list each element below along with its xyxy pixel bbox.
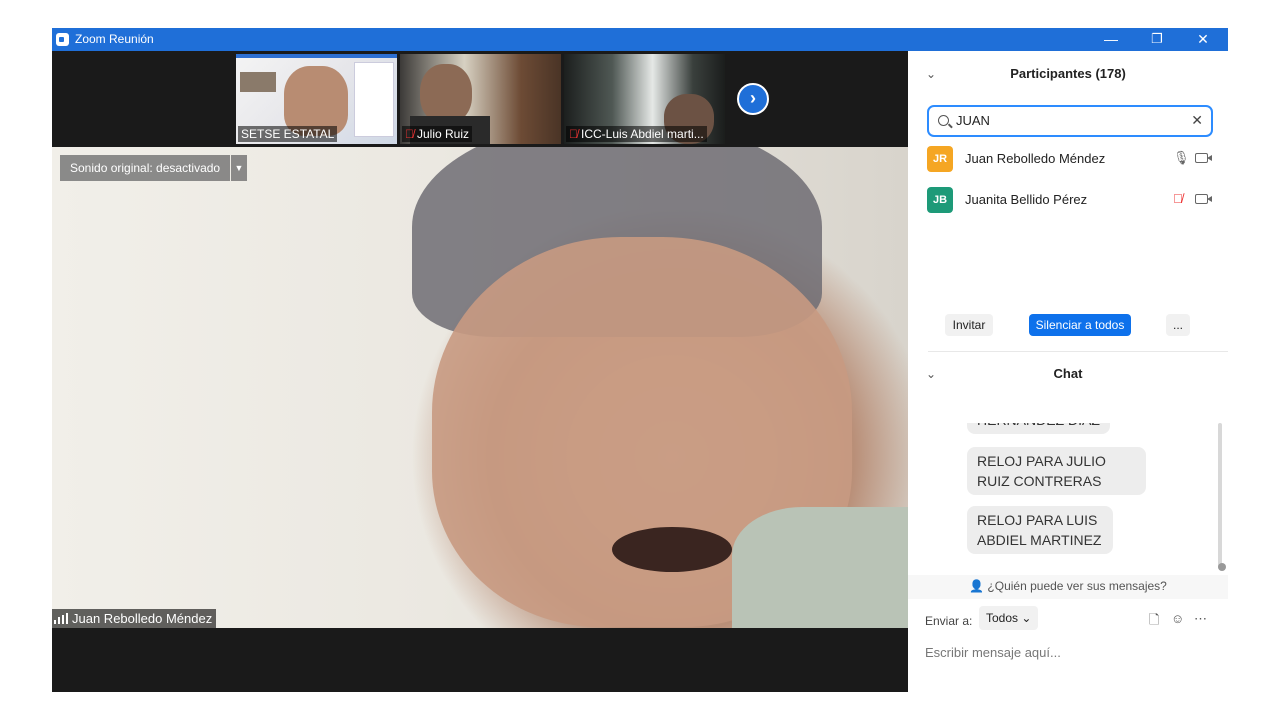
thumbnail-name: ICC-Luis Abdiel marti... — [581, 127, 704, 141]
participant-search[interactable]: JUAN ✕ — [927, 105, 1213, 137]
avatar: JR — [927, 146, 953, 172]
who-can-see-text: ¿Quién puede ver sus mensajes? — [987, 579, 1167, 593]
file-icon[interactable]: 🗋 — [1149, 611, 1159, 633]
restore-button[interactable]: ❐ — [1134, 28, 1180, 51]
chat-scroll-thumb[interactable] — [1218, 563, 1226, 571]
mic-muted-icon: 🎙̸ — [405, 127, 414, 141]
participant-row[interactable]: JB Juanita Bellido Pérez 🎙̸ — [927, 187, 1217, 213]
recipient-value: Todos — [986, 611, 1019, 625]
mic-muted-icon: 🎙̸ — [569, 127, 578, 141]
thumbnail-setse-estatal[interactable]: SETSE ESTATAL — [236, 54, 397, 144]
send-to-label: Enviar a: — [925, 614, 973, 628]
main-video: Sonido original: desactivado ▼ — [52, 147, 908, 628]
active-speaker-label: Juan Rebolledo Méndez — [52, 609, 217, 629]
message-input[interactable] — [925, 641, 1215, 663]
next-page-button[interactable]: › — [737, 83, 769, 115]
avatar: JB — [927, 187, 953, 213]
original-sound-dropdown[interactable]: ▼ — [231, 155, 247, 181]
zoom-window: Zoom Reunión — ❐ ✕ SETSE ESTATAL 🎙̸ Julio… — [52, 28, 1228, 692]
thumbnail-label: 🎙̸ Julio Ruiz — [402, 126, 473, 142]
camera-off-icon — [1195, 194, 1212, 204]
more-options-button[interactable]: ... — [1166, 314, 1190, 336]
chat-messages: HERNANDEZ DIAZ RELOJ PARA JULIO RUIZ CON… — [908, 423, 1228, 574]
speaker-video-mouth — [612, 527, 732, 572]
participant-name: Juanita Bellido Pérez — [965, 192, 1088, 207]
emoji-icon[interactable]: ☺ — [1171, 611, 1184, 626]
speaker-video-shirt — [732, 507, 908, 628]
who-can-see-link[interactable]: 👤 ¿Quién puede ver sus mensajes? — [908, 575, 1228, 599]
thumbnail-strip: SETSE ESTATAL 🎙̸ Julio Ruiz 🎙̸ ICC-Luis Ab… — [52, 51, 908, 147]
video-bottom-bar — [52, 628, 908, 692]
camera-off-icon — [1195, 153, 1212, 163]
clear-search-icon[interactable]: ✕ — [1191, 112, 1203, 129]
side-panel: ⌄ Participantes (178) JUAN ✕ JR Juan Reb… — [908, 51, 1228, 692]
mute-all-button[interactable]: Silenciar a todos — [1029, 314, 1131, 336]
more-icon[interactable]: ⋯ — [1194, 611, 1207, 627]
chat-message: RELOJ PARA LUIS ABDIEL MARTINEZ — [967, 506, 1113, 554]
participant-name: Juan Rebolledo Méndez — [965, 151, 1106, 166]
chat-message: RELOJ PARA JULIO RUIZ CONTRERAS — [967, 447, 1146, 495]
thumbnail-label: 🎙̸ ICC-Luis Abdiel marti... — [566, 126, 707, 142]
microphone-muted-icon: 🎙̸ — [1173, 191, 1183, 206]
zoom-logo-icon — [56, 33, 69, 46]
thumbnail-luis-abdiel[interactable]: 🎙̸ ICC-Luis Abdiel marti... — [564, 54, 725, 144]
chat-scrollbar[interactable] — [1218, 423, 1222, 569]
window-title: Zoom Reunión — [75, 32, 154, 46]
chat-title: Chat — [1053, 366, 1083, 381]
title-bar: Zoom Reunión — ❐ ✕ — [52, 28, 1228, 51]
search-icon — [938, 115, 949, 126]
close-button[interactable]: ✕ — [1180, 28, 1226, 51]
thumbnail-label: SETSE ESTATAL — [238, 126, 338, 142]
chevron-down-icon: ⌄ — [1021, 611, 1032, 625]
thumbnail-name: Julio Ruiz — [417, 127, 470, 141]
recipient-dropdown[interactable]: Todos ⌄ — [979, 606, 1039, 630]
thumbnail-julio-ruiz[interactable]: 🎙̸ Julio Ruiz — [400, 54, 561, 144]
chat-message: HERNANDEZ DIAZ — [967, 423, 1110, 434]
original-sound-button[interactable]: Sonido original: desactivado — [60, 155, 231, 181]
video-area: SETSE ESTATAL 🎙̸ Julio Ruiz 🎙̸ ICC-Luis Ab… — [52, 51, 908, 692]
invite-button[interactable]: Invitar — [945, 314, 993, 336]
participant-row[interactable]: JR Juan Rebolledo Méndez 🎙 — [927, 146, 1217, 172]
active-speaker-name: Juan Rebolledo Méndez — [72, 611, 213, 626]
search-input[interactable]: JUAN — [956, 113, 990, 128]
signal-bars-icon — [54, 613, 68, 624]
participants-title: Participantes (178) — [1010, 66, 1126, 81]
person-lock-icon: 👤 — [969, 579, 985, 593]
minimize-button[interactable]: — — [1088, 28, 1134, 51]
microphone-icon: 🎙 — [1173, 150, 1190, 165]
section-divider — [928, 351, 1228, 352]
